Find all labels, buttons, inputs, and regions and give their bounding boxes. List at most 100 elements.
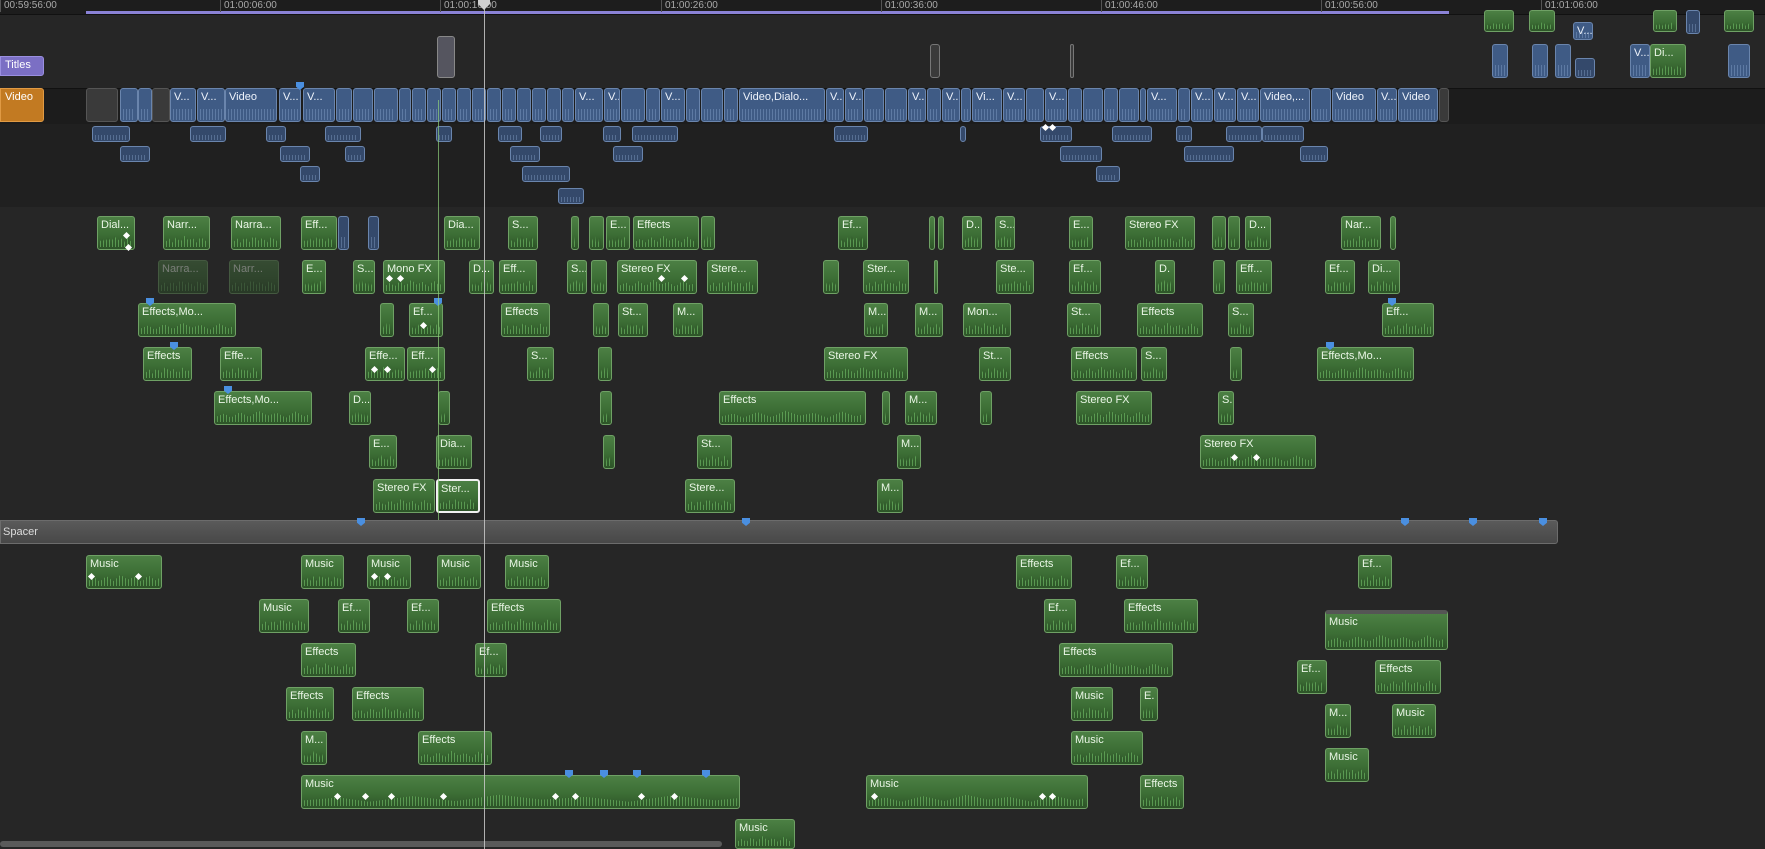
audio-clip[interactable]: M...: [673, 303, 703, 337]
video-clip[interactable]: [1104, 88, 1118, 122]
audio-clip-selected[interactable]: Ster...: [436, 479, 480, 513]
audio-clip[interactable]: E...: [369, 435, 397, 469]
audio-clip[interactable]: Di...: [1368, 260, 1400, 294]
audio-clip[interactable]: [380, 303, 394, 337]
video-clip[interactable]: [1119, 88, 1139, 122]
audio-clip[interactable]: Effects: [1124, 599, 1198, 633]
audio-clip[interactable]: Nar...: [1341, 216, 1381, 250]
audio-clip[interactable]: Ef...: [407, 599, 439, 633]
video-clip[interactable]: [621, 88, 645, 122]
audio-clip[interactable]: D...: [1245, 216, 1271, 250]
video-clip[interactable]: [701, 88, 723, 122]
audio-clip[interactable]: Narra...: [231, 216, 281, 250]
music-clip[interactable]: Music: [259, 599, 309, 633]
video-clip[interactable]: V...: [1237, 88, 1259, 122]
video-clip[interactable]: [927, 88, 941, 122]
audio-clip[interactable]: Stereo FX: [1076, 391, 1152, 425]
connected-video-clip[interactable]: [325, 126, 361, 142]
video-clip[interactable]: V...: [1630, 44, 1650, 78]
music-clip[interactable]: Music: [1071, 731, 1143, 765]
connected-video-clip[interactable]: [613, 146, 643, 162]
audio-clip[interactable]: M...: [905, 391, 937, 425]
video-clip[interactable]: [353, 88, 373, 122]
audio-clip[interactable]: [1653, 10, 1677, 32]
connected-video-clip[interactable]: [1112, 126, 1152, 142]
audio-clip-disabled[interactable]: Narra...: [158, 260, 208, 294]
audio-clip[interactable]: Narr...: [163, 216, 210, 250]
audio-clip[interactable]: Stereo FX: [824, 347, 908, 381]
audio-clip[interactable]: M...: [864, 303, 888, 337]
connected-video-clip[interactable]: [1262, 126, 1304, 142]
audio-clip[interactable]: [929, 216, 935, 250]
audio-clip[interactable]: Ef...: [1116, 555, 1148, 589]
audio-clip[interactable]: Effe...: [220, 347, 262, 381]
gap-clip[interactable]: [1439, 88, 1449, 122]
audio-clip[interactable]: Effects: [1375, 660, 1441, 694]
video-clip[interactable]: [686, 88, 700, 122]
music-clip[interactable]: Music: [735, 819, 795, 849]
video-clip[interactable]: V...: [826, 88, 844, 122]
connected-video-clip[interactable]: [300, 166, 320, 182]
connected-video-clip[interactable]: [1176, 126, 1192, 142]
audio-clip[interactable]: S...: [1228, 303, 1254, 337]
audio-clip[interactable]: Effects: [301, 643, 356, 677]
music-clip[interactable]: Music: [301, 555, 344, 589]
spacer-clip[interactable]: Spacer: [0, 520, 1558, 544]
connected-video-clip[interactable]: [558, 188, 584, 204]
video-clip[interactable]: V...: [1573, 22, 1593, 40]
video-clip[interactable]: [338, 216, 349, 250]
horizontal-scrollbar[interactable]: [0, 841, 722, 847]
connected-video-clip[interactable]: [92, 126, 130, 142]
audio-clip[interactable]: Stereo FX: [1200, 435, 1316, 469]
video-clip[interactable]: [1311, 88, 1331, 122]
audio-clip[interactable]: [934, 260, 938, 294]
video-clip[interactable]: V...: [1377, 88, 1397, 122]
video-clip[interactable]: Video,Dialo...: [739, 88, 825, 122]
audio-clip[interactable]: D...: [349, 391, 371, 425]
audio-clip[interactable]: Ef...: [1325, 260, 1355, 294]
audio-clip[interactable]: [600, 391, 612, 425]
connected-video-clip[interactable]: [1060, 146, 1102, 162]
audio-clip[interactable]: [938, 216, 944, 250]
video-clip[interactable]: V...: [1214, 88, 1236, 122]
connected-video-clip[interactable]: [522, 166, 570, 182]
audio-clip[interactable]: Effe...: [365, 347, 405, 381]
video-clip[interactable]: [1140, 88, 1146, 122]
video-clip[interactable]: [457, 88, 471, 122]
audio-clip[interactable]: Effects: [143, 347, 192, 381]
audio-clip[interactable]: Effects: [418, 731, 492, 765]
audio-clip[interactable]: S.: [1218, 391, 1234, 425]
video-clip[interactable]: V...: [1003, 88, 1025, 122]
audio-clip[interactable]: S...: [508, 216, 538, 250]
video-clip[interactable]: Video,...: [1260, 88, 1310, 122]
video-clip[interactable]: [1083, 88, 1103, 122]
audio-clip[interactable]: M...: [915, 303, 943, 337]
audio-clip[interactable]: Effects: [1016, 555, 1072, 589]
connected-video-clip[interactable]: [1226, 126, 1262, 142]
connected-video-clip[interactable]: [120, 146, 150, 162]
audio-clip[interactable]: Ef...: [338, 599, 370, 633]
video-clip[interactable]: [1575, 58, 1595, 78]
video-clip[interactable]: V...: [575, 88, 603, 122]
audio-clip[interactable]: Stere...: [707, 260, 758, 294]
audio-clip[interactable]: [591, 260, 607, 294]
video-clip[interactable]: V...: [1191, 88, 1213, 122]
audio-clip[interactable]: [1529, 10, 1555, 32]
video-clip[interactable]: [368, 216, 379, 250]
audio-clip-disabled[interactable]: Narr...: [229, 260, 279, 294]
audio-clip[interactable]: S...: [527, 347, 554, 381]
audio-clip[interactable]: E.: [1140, 687, 1158, 721]
audio-clip[interactable]: [1484, 10, 1514, 32]
video-clip[interactable]: V...: [1045, 88, 1067, 122]
audio-clip[interactable]: [701, 216, 715, 250]
audio-clip[interactable]: Dia...: [444, 216, 480, 250]
video-clip[interactable]: [885, 88, 907, 122]
audio-clip[interactable]: Ef...: [838, 216, 868, 250]
music-clip[interactable]: Music: [866, 775, 1088, 809]
selection-range-bar[interactable]: [86, 11, 1449, 14]
audio-clip[interactable]: [1390, 216, 1396, 250]
music-clip[interactable]: Music: [1325, 610, 1448, 650]
audio-clip[interactable]: Eff...: [301, 216, 337, 250]
audio-clip[interactable]: Effects: [633, 216, 699, 250]
video-clip[interactable]: [724, 88, 738, 122]
